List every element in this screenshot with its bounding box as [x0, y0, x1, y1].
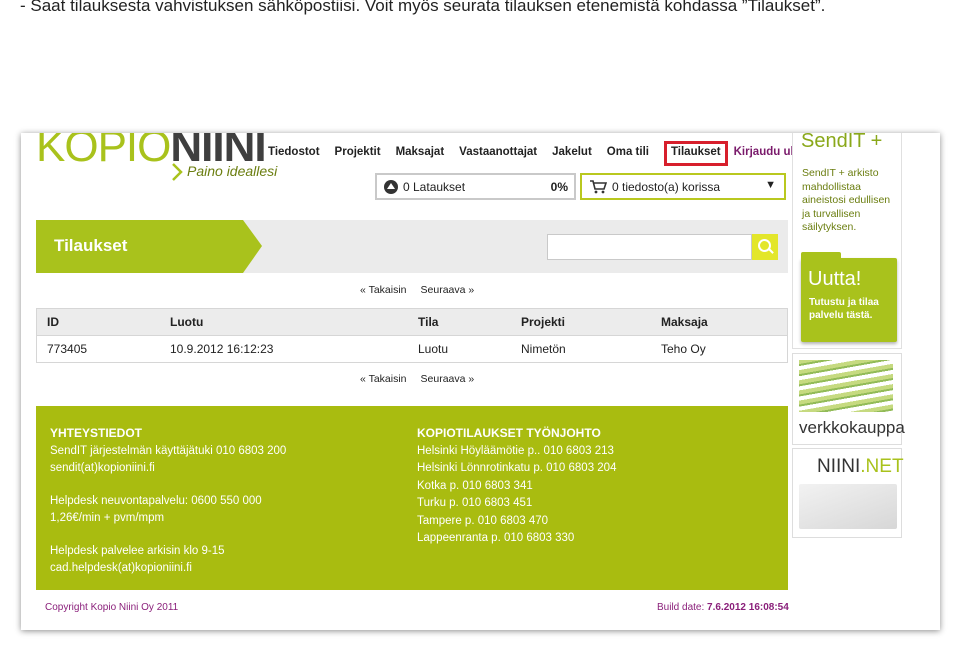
- nav-maksajat[interactable]: Maksajat: [396, 146, 445, 166]
- paper-stack-image: [799, 360, 893, 412]
- folder-text: Tutustu ja tilaa palvelu tästä.: [809, 297, 879, 321]
- build-value: 7.6.2012 16:08:54: [707, 602, 789, 613]
- cart-dropdown[interactable]: 0 tiedosto(a) korissa ▼: [580, 173, 786, 200]
- footer: YHTEYSTIEDOT SendIT järjestelmän käyttäj…: [36, 406, 788, 590]
- niini-net-part2: .NET: [860, 456, 904, 477]
- niini-net-logo: NIINI.NET: [817, 456, 904, 478]
- cell-projekti: Nimetön: [511, 335, 651, 363]
- sendit-ad[interactable]: SendIT + SendIT + arkisto mahdollistaa a…: [792, 133, 902, 349]
- sendit-description: SendIT + arkisto mahdollistaa aineistosi…: [802, 167, 891, 233]
- footer-line: SendIT järjestelmän käyttäjätuki 010 680…: [50, 444, 287, 457]
- cart-icon: [590, 180, 607, 194]
- chevron-right-icon: [172, 163, 183, 182]
- footer-line: Helpdesk neuvontapalvelu: 0600 550 000: [50, 494, 262, 507]
- chevron-down-icon: ▼: [765, 179, 776, 191]
- footer-line: 1,26€/min + pvm/mpm: [50, 512, 165, 524]
- niini-net-part1: NIINI: [817, 456, 861, 477]
- footer-line[interactable]: cad.helpdesk(at)kopioniini.fi: [50, 560, 286, 578]
- tagline: Paino ideallesi: [171, 163, 278, 182]
- footer-line: Helsinki Lönnrotinkatu p. 010 6803 204: [417, 462, 617, 474]
- search-icon[interactable]: [752, 234, 778, 260]
- col-maksaja[interactable]: Maksaja: [651, 308, 788, 336]
- cell-maksaja: Teho Oy: [651, 335, 788, 363]
- downloads-label: 0 Lataukset: [403, 180, 466, 194]
- laptop-image: [799, 484, 897, 529]
- pager-bottom: « Takaisin Seuraava »: [360, 373, 488, 385]
- cell-tila: Luotu: [408, 335, 511, 363]
- pager-next[interactable]: Seuraava »: [421, 284, 475, 296]
- footer-line: Turku p. 010 6803 451: [417, 497, 533, 509]
- pager-prev[interactable]: « Takaisin: [360, 373, 407, 385]
- orders-table: ID Luotu Tila Projekti Maksaja 773405 10…: [36, 308, 788, 363]
- nav-tiedostot[interactable]: Tiedostot: [268, 146, 320, 166]
- webshop-label: verkkokauppa: [799, 418, 905, 437]
- nav-oma-tili[interactable]: Oma tili: [607, 146, 649, 166]
- footer-line: Helpdesk palvelee arkisin klo 9-15: [50, 544, 225, 557]
- table-row[interactable]: 773405 10.9.2012 16:12:23 Luotu Nimetön …: [36, 335, 788, 363]
- footer-orders: KOPIOTILAUKSET TYÖNJOHTO Helsinki Höylää…: [417, 425, 616, 548]
- footer-line: Lappeenranta p. 010 6803 330: [417, 532, 575, 544]
- copyright: Copyright Kopio Niini Oy 2011: [45, 602, 179, 613]
- document-caption: - Saat tilauksesta vahvistuksen sähköpos…: [20, 0, 826, 15]
- col-projekti[interactable]: Projekti: [511, 308, 651, 336]
- footer-line[interactable]: sendit(at)kopioniini.fi: [50, 460, 286, 478]
- footer-line: Tampere p. 010 6803 470: [417, 514, 549, 527]
- upload-arrow-icon: [384, 180, 398, 194]
- folder-icon[interactable]: Uutta! Tutustu ja tilaa palvelu tästä.: [801, 252, 897, 342]
- pager-top: « Takaisin Seuraava »: [360, 284, 488, 296]
- nav-jakelut[interactable]: Jakelut: [552, 146, 592, 166]
- logo-part-kopio: KOPIO: [36, 133, 171, 171]
- pager-prev[interactable]: « Takaisin: [360, 284, 407, 296]
- search-input[interactable]: [547, 234, 752, 260]
- nav-projektit[interactable]: Projektit: [335, 146, 381, 166]
- footer-orders-title: KOPIOTILAUKSET TYÖNJOHTO: [417, 426, 601, 440]
- footer-contact: YHTEYSTIEDOT SendIT järjestelmän käyttäj…: [50, 425, 286, 578]
- nav-tilaukset[interactable]: Tilaukset: [663, 141, 728, 166]
- footer-line: Helsinki Höyläämötie p.. 010 6803 213: [417, 444, 614, 457]
- main-nav: Tiedostot Projektit Maksajat Vastaanotta…: [268, 141, 822, 166]
- cell-id[interactable]: 773405: [36, 335, 160, 363]
- footer-line: Kotka p. 010 6803 341: [417, 479, 533, 492]
- screenshot-frame: KOPIO NIINI Paino ideallesi Tiedostot Pro…: [21, 133, 940, 630]
- nav-vastaanottajat[interactable]: Vastaanottajat: [459, 146, 537, 166]
- downloads-status[interactable]: 0 Lataukset 0%: [375, 173, 576, 200]
- tagline-text: Paino ideallesi: [187, 163, 278, 179]
- folder-title: Uutta!: [808, 268, 862, 290]
- cell-luotu: 10.9.2012 16:12:23: [160, 335, 408, 363]
- page-title: Tilaukset: [54, 236, 128, 255]
- table-header-row: ID Luotu Tila Projekti Maksaja: [36, 308, 788, 336]
- col-id[interactable]: ID: [36, 308, 160, 336]
- niini-net-ad[interactable]: NIINI.NET: [792, 448, 904, 538]
- footer-contact-title: YHTEYSTIEDOT: [50, 426, 143, 440]
- build-label: Build date:: [657, 602, 705, 613]
- col-luotu[interactable]: Luotu: [160, 308, 408, 336]
- pager-next[interactable]: Seuraava »: [421, 373, 475, 385]
- col-tila[interactable]: Tila: [408, 308, 511, 336]
- sendit-brand: SendIT +: [801, 133, 883, 152]
- cart-label: 0 tiedosto(a) korissa: [612, 180, 721, 194]
- page-title-band: Tilaukset: [36, 220, 788, 273]
- webshop-ad[interactable]: verkkokauppa: [792, 353, 905, 445]
- build-date: Build date: 7.6.2012 16:08:54: [657, 602, 789, 613]
- downloads-percent: 0%: [550, 180, 568, 194]
